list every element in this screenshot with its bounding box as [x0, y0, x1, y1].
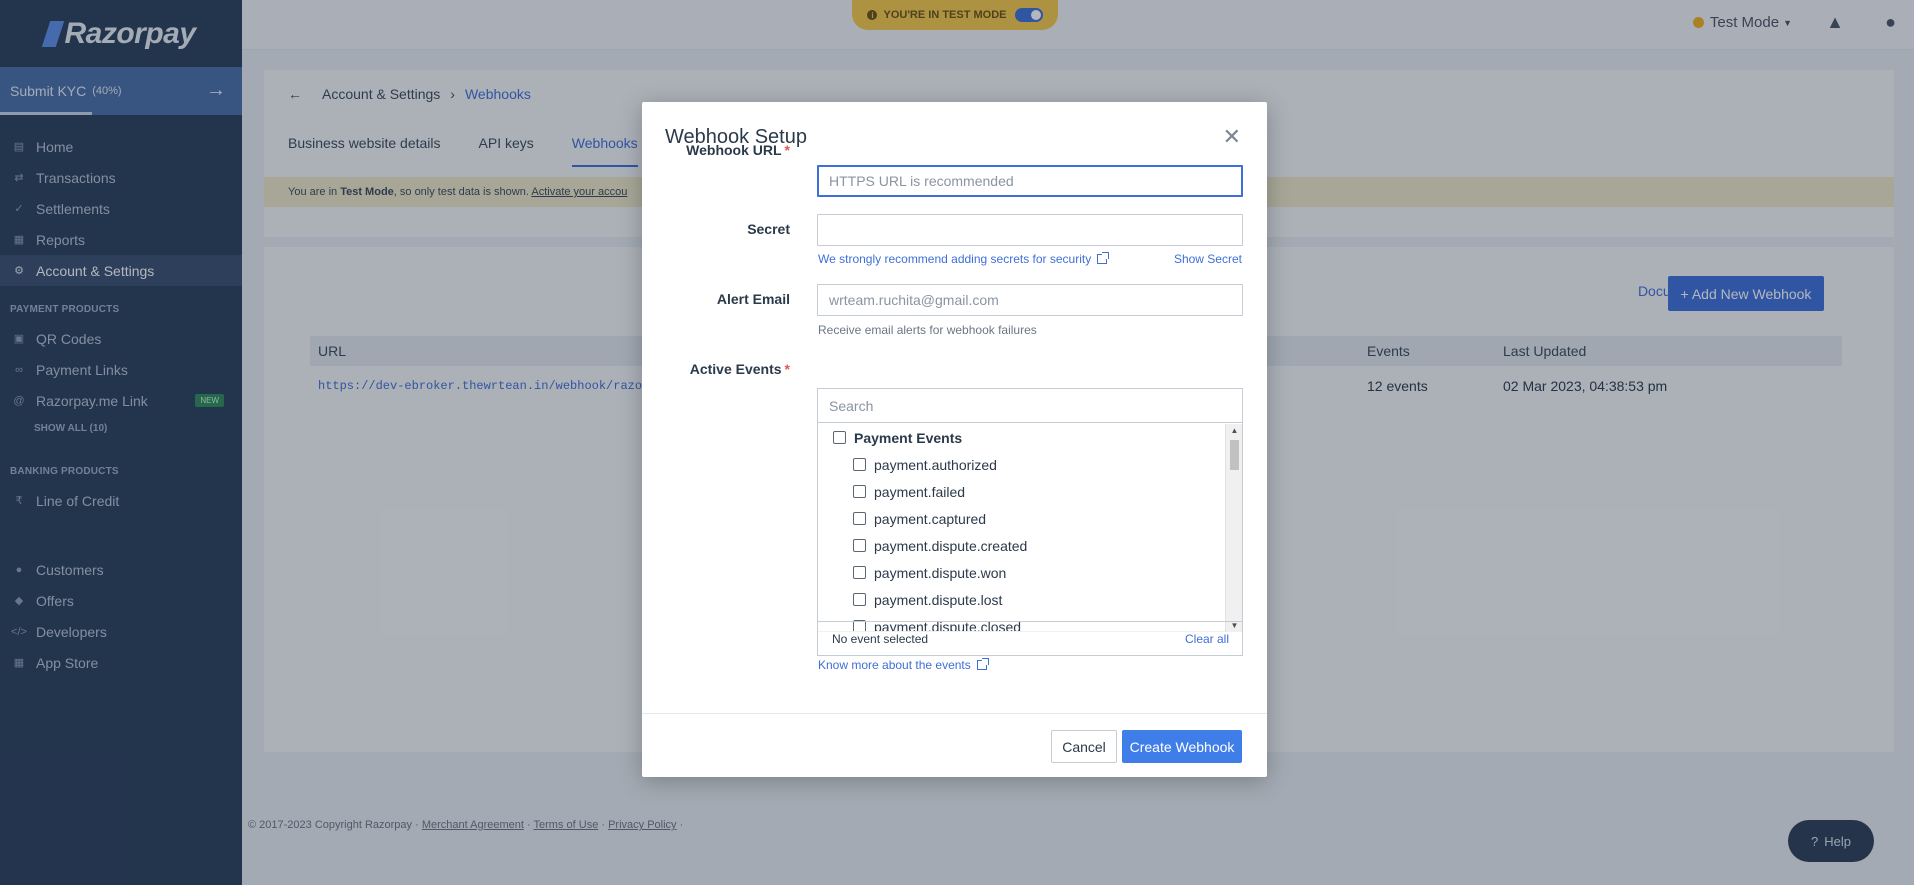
webhook-url-label-text: Webhook URL [686, 142, 782, 158]
close-icon[interactable]: ✕ [1223, 124, 1241, 150]
event-label: payment.dispute.won [874, 564, 1007, 581]
webhook-url-label: Webhook URL * [686, 142, 790, 158]
event-group-payment-events[interactable]: Payment Events [818, 424, 1225, 451]
external-link-icon [976, 658, 989, 670]
modal-divider [642, 713, 1267, 714]
scroll-up-icon[interactable]: ▲ [1226, 426, 1243, 435]
checkbox[interactable] [853, 512, 866, 525]
secret-label: Secret [747, 221, 790, 237]
event-label: payment.dispute.lost [874, 591, 1003, 608]
list-item[interactable]: payment.dispute.won [818, 559, 1225, 586]
alert-email-hint: Receive email alerts for webhook failure… [818, 323, 1037, 337]
vertical-scrollbar[interactable]: ▲ ▼ [1225, 424, 1242, 632]
show-secret-link[interactable]: Show Secret [1174, 252, 1242, 266]
active-events-label-text: Active Events [689, 361, 782, 377]
event-label: payment.failed [874, 483, 966, 500]
required-marker: * [784, 142, 790, 158]
know-more-events-text: Know more about the events [818, 658, 971, 672]
vertical-scroll-thumb[interactable] [1230, 440, 1239, 470]
secrets-recommendation-text: We strongly recommend adding secrets for… [818, 252, 1092, 266]
webhook-url-input[interactable] [817, 165, 1243, 197]
alert-email-label: Alert Email [716, 291, 790, 307]
checkbox[interactable] [853, 539, 866, 552]
events-selector: Payment Events payment.authorized paymen… [817, 388, 1243, 656]
events-selection-footer: No event selected Clear all [818, 621, 1242, 655]
selection-status: No event selected [832, 631, 929, 646]
event-label: payment.authorized [874, 456, 997, 473]
checkbox[interactable] [853, 485, 866, 498]
webhook-setup-modal: Webhook Setup ✕ Webhook URL* Secret We s… [642, 102, 1267, 777]
clear-all-link[interactable]: Clear all [1185, 632, 1229, 646]
checkbox[interactable] [853, 458, 866, 471]
list-item[interactable]: payment.captured [818, 505, 1225, 532]
know-more-events-link[interactable]: Know more about the events [818, 658, 989, 672]
checkbox[interactable] [853, 566, 866, 579]
secrets-recommendation-link[interactable]: We strongly recommend adding secrets for… [818, 252, 1110, 266]
required-marker: * [784, 361, 790, 377]
active-events-label: Active Events * [690, 361, 790, 377]
events-list: Payment Events payment.authorized paymen… [818, 424, 1225, 632]
list-item[interactable]: payment.failed [818, 478, 1225, 505]
event-label: payment.dispute.created [874, 537, 1028, 554]
checkbox[interactable] [833, 431, 846, 444]
event-group-label: Payment Events [854, 429, 963, 446]
cancel-button[interactable]: Cancel [1051, 730, 1117, 763]
external-link-icon [1097, 252, 1110, 264]
events-search-input[interactable] [818, 389, 1242, 423]
list-item[interactable]: payment.dispute.created [818, 532, 1225, 559]
event-label: payment.captured [874, 510, 987, 527]
checkbox[interactable] [853, 593, 866, 606]
list-item[interactable]: payment.dispute.lost [818, 586, 1225, 613]
list-item[interactable]: payment.authorized [818, 451, 1225, 478]
alert-email-input[interactable] [817, 284, 1243, 316]
create-webhook-button[interactable]: Create Webhook [1122, 730, 1242, 763]
secret-input[interactable] [817, 214, 1243, 246]
